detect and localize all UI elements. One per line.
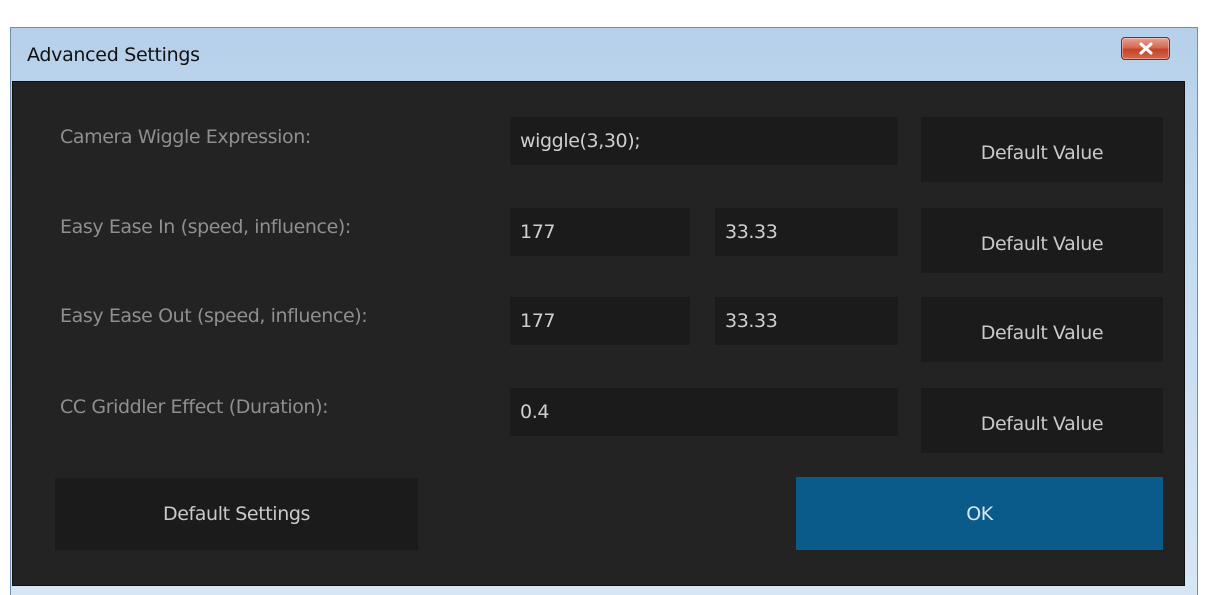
close-button[interactable] — [1121, 37, 1170, 60]
cc-griddler-label: CC Griddler Effect (Duration): — [60, 396, 329, 418]
default-settings-button[interactable]: Default Settings — [55, 478, 418, 550]
easy-ease-in-speed-input[interactable] — [510, 208, 690, 256]
easy-ease-out-influence-input[interactable] — [715, 297, 898, 345]
easy-ease-in-influence-field[interactable] — [715, 208, 898, 256]
camera-wiggle-input[interactable] — [510, 117, 898, 165]
camera-wiggle-default-button[interactable]: Default Value — [921, 117, 1163, 182]
ok-button[interactable]: OK — [796, 477, 1163, 550]
settings-panel: Camera Wiggle Expression: Default Value … — [12, 81, 1185, 586]
close-icon — [1139, 42, 1153, 55]
window-title: Advanced Settings — [27, 44, 200, 66]
easy-ease-out-default-button[interactable]: Default Value — [921, 297, 1163, 362]
easy-ease-in-label: Easy Ease In (speed, influence): — [60, 216, 351, 238]
cc-griddler-input[interactable] — [510, 388, 898, 436]
easy-ease-in-influence-input[interactable] — [715, 208, 898, 256]
easy-ease-out-influence-field[interactable] — [715, 297, 898, 345]
easy-ease-out-label: Easy Ease Out (speed, influence): — [60, 305, 368, 327]
camera-wiggle-label: Camera Wiggle Expression: — [60, 126, 311, 148]
easy-ease-out-speed-field[interactable] — [510, 297, 690, 345]
camera-wiggle-field[interactable] — [510, 117, 898, 165]
easy-ease-out-speed-input[interactable] — [510, 297, 690, 345]
cc-griddler-default-button[interactable]: Default Value — [921, 388, 1163, 453]
easy-ease-in-speed-field[interactable] — [510, 208, 690, 256]
cc-griddler-field[interactable] — [510, 388, 898, 436]
easy-ease-in-default-button[interactable]: Default Value — [921, 208, 1163, 273]
